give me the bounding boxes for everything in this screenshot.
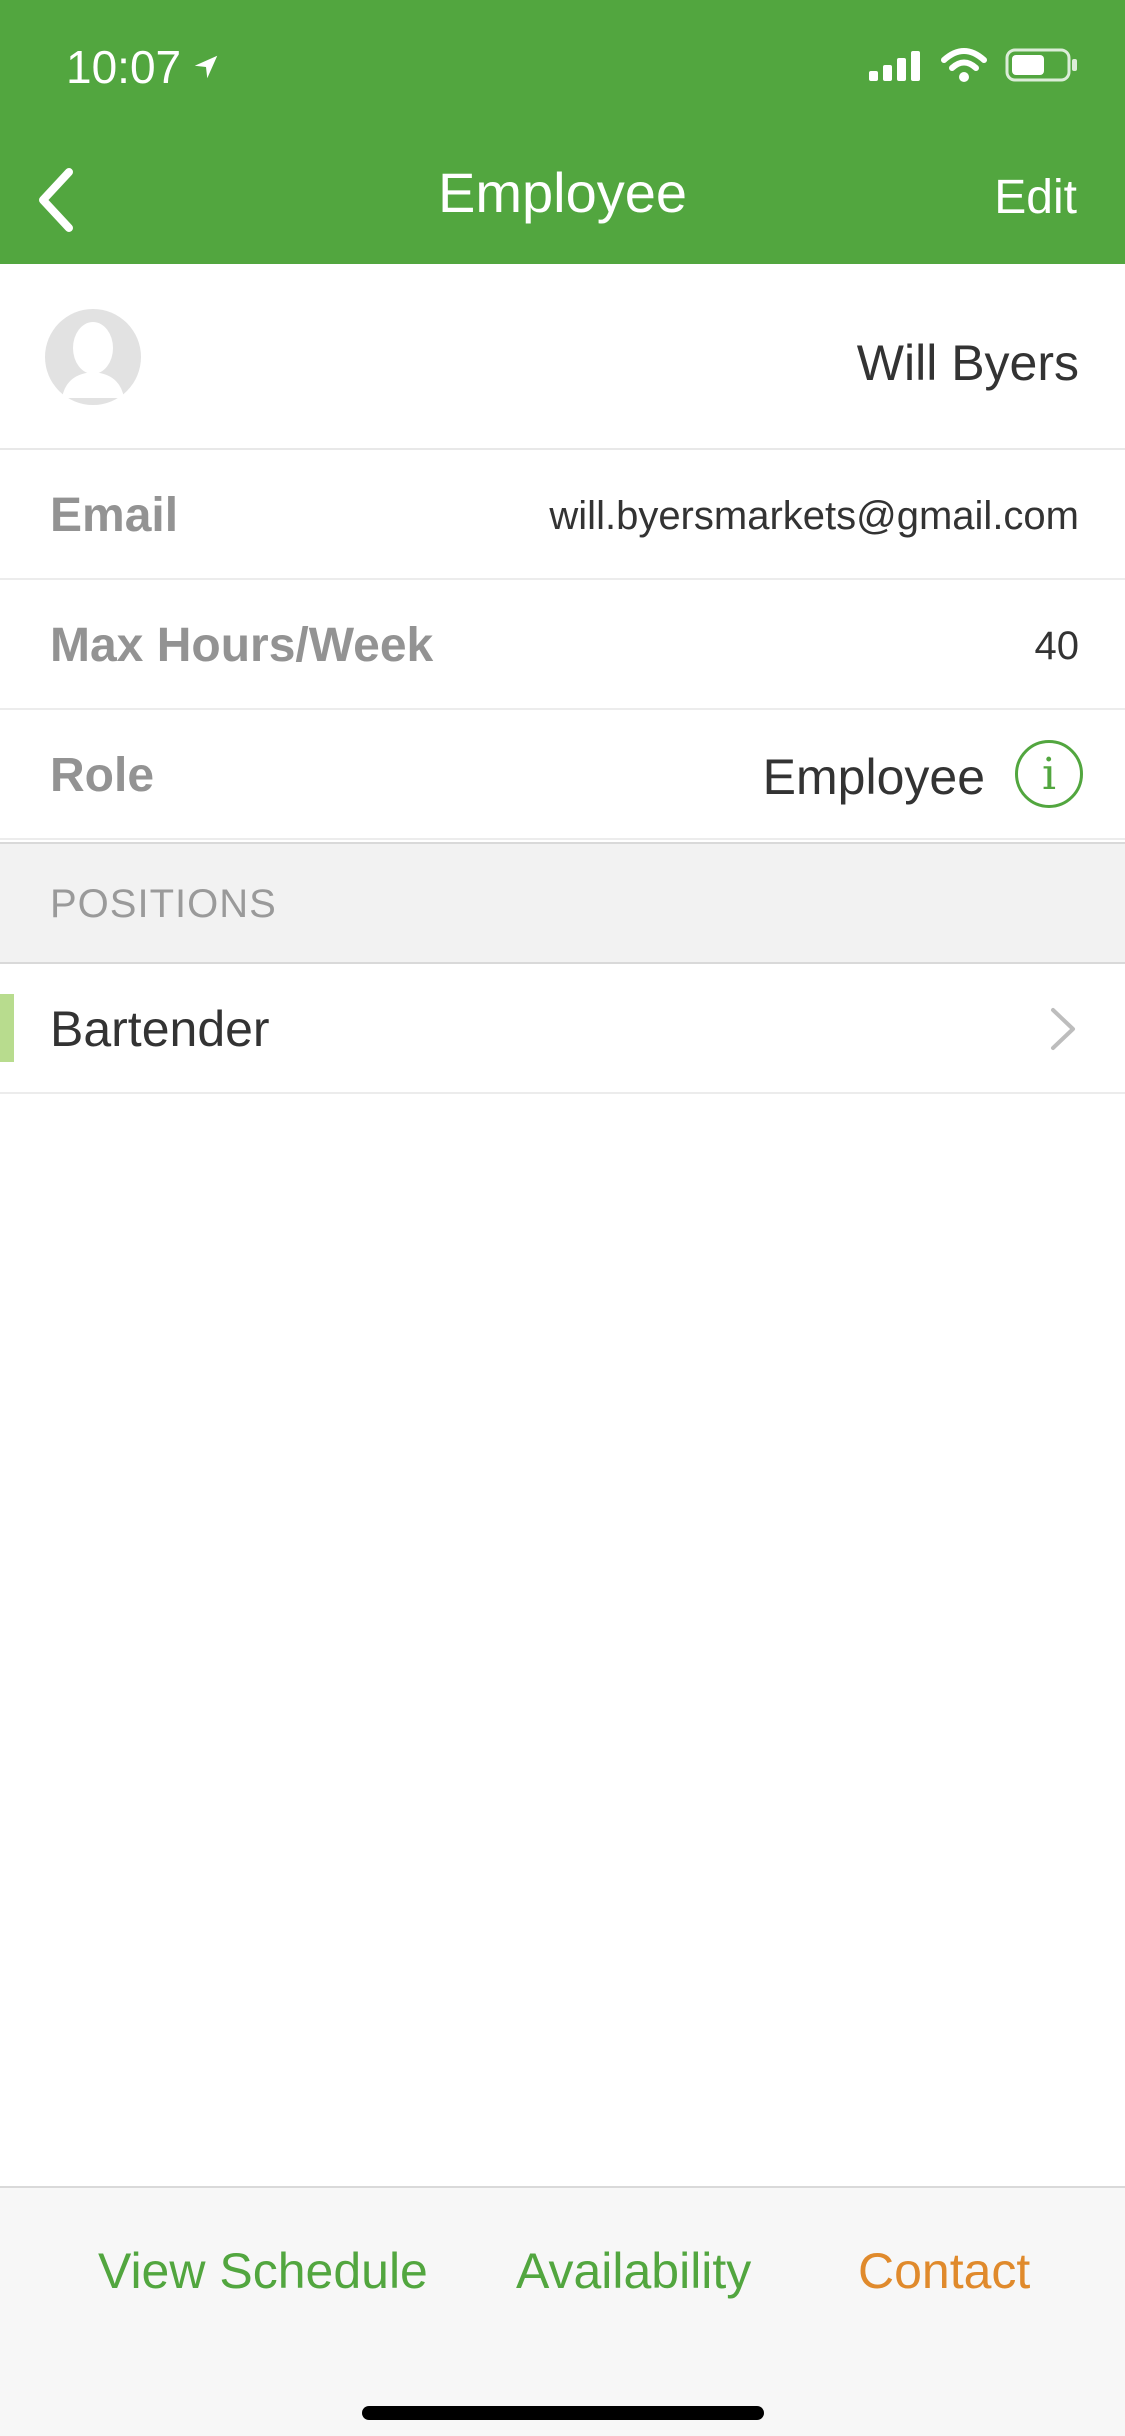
email-value: will.byersmarkets@gmail.com xyxy=(549,494,1079,538)
role-label: Role xyxy=(50,749,155,802)
page-title: Employee xyxy=(437,161,688,224)
position-label: Bartender xyxy=(50,1001,270,1057)
contact-button[interactable]: Contact xyxy=(858,2242,1030,2300)
email-row: Email will.byersmarkets@gmail.com xyxy=(0,450,1125,580)
avatar-icon xyxy=(45,309,141,405)
bottom-action-bar: View Schedule Availability Contact xyxy=(0,2186,1125,2436)
edit-button[interactable]: Edit xyxy=(994,170,1077,225)
battery-icon xyxy=(1005,48,1077,82)
view-schedule-button[interactable]: View Schedule xyxy=(98,2242,428,2300)
max-hours-value: 40 xyxy=(1034,624,1080,668)
home-indicator xyxy=(362,2406,764,2420)
location-arrow-icon xyxy=(194,55,218,79)
status-icons xyxy=(869,48,1079,82)
status-time-text: 10:07 xyxy=(66,41,182,93)
positions-section-header: POSITIONS xyxy=(0,842,1125,964)
positions-section-title: POSITIONS xyxy=(50,882,277,926)
chevron-right-icon xyxy=(1051,1008,1075,1050)
role-value: Employee xyxy=(762,749,985,805)
max-hours-row: Max Hours/Week 40 xyxy=(0,580,1125,710)
wifi-icon xyxy=(941,48,987,82)
status-time: 10:07 xyxy=(66,40,221,94)
signal-icon xyxy=(869,51,920,81)
max-hours-label: Max Hours/Week xyxy=(50,619,434,672)
profile-row: Will Byers xyxy=(0,264,1125,450)
availability-button[interactable]: Availability xyxy=(516,2242,751,2300)
position-color-swatch xyxy=(0,994,14,1062)
role-row: Role Employee i xyxy=(0,710,1125,840)
employee-name: Will Byers xyxy=(856,335,1079,391)
info-icon[interactable]: i xyxy=(1015,740,1083,808)
email-label: Email xyxy=(50,489,179,542)
position-item-bartender[interactable]: Bartender xyxy=(0,964,1125,1094)
app-header: 10:07 Employee Edit xyxy=(0,0,1125,264)
